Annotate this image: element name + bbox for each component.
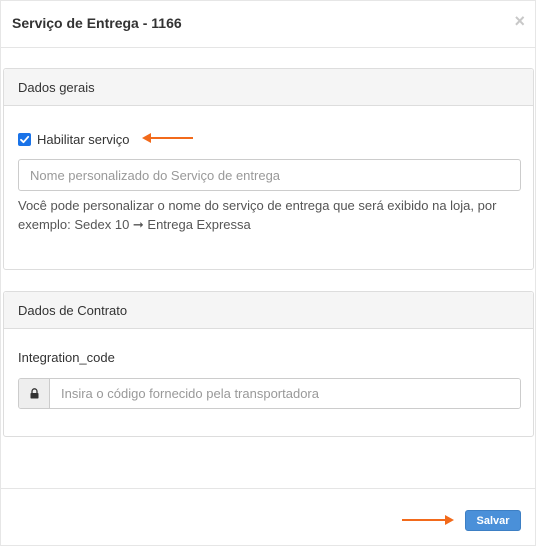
modal-title: Serviço de Entrega - 1166	[12, 15, 182, 31]
integration-code-input[interactable]	[50, 379, 520, 408]
panel-heading-contract: Dados de Contrato	[4, 292, 533, 329]
modal-header: Serviço de Entrega - 1166 ×	[1, 1, 536, 48]
general-data-panel: Dados gerais Habilitar serviço Você pode…	[3, 68, 534, 270]
custom-service-name-input[interactable]	[18, 159, 521, 191]
contract-data-panel: Dados de Contrato Integration_code	[3, 291, 534, 437]
close-icon[interactable]: ×	[514, 11, 525, 31]
enable-service-label[interactable]: Habilitar serviço	[37, 132, 129, 147]
checkmark-icon	[20, 135, 30, 144]
panel-heading-general: Dados gerais	[4, 69, 533, 106]
enable-service-checkbox[interactable]	[18, 133, 31, 146]
modal-footer: Salvar	[1, 488, 536, 546]
lock-icon	[19, 379, 50, 408]
delivery-service-modal: Serviço de Entrega - 1166 × Dados gerais…	[0, 0, 536, 546]
save-button[interactable]: Salvar	[465, 510, 521, 531]
arrow-left-icon	[142, 133, 193, 143]
integration-code-input-group	[18, 378, 521, 409]
arrow-right-icon	[402, 515, 454, 525]
enable-service-row[interactable]: Habilitar serviço	[18, 132, 129, 147]
custom-name-help-text: Você pode personalizar o nome do serviço…	[18, 198, 497, 232]
integration-code-label: Integration_code	[18, 350, 115, 365]
